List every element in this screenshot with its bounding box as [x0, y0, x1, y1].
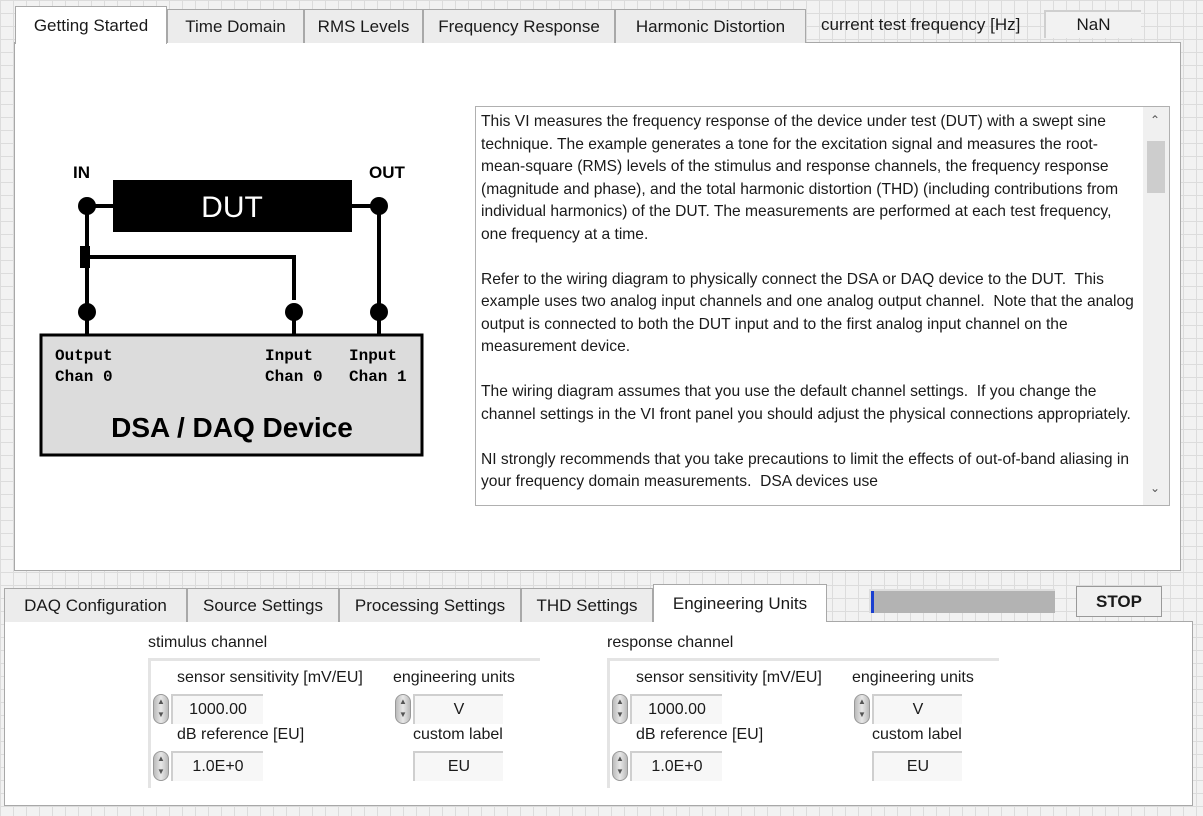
- in-terminal: [78, 197, 96, 215]
- input-chan0-terminal: [285, 303, 303, 321]
- response-sens-input[interactable]: 1000.00: [630, 694, 722, 724]
- stimulus-dbref-label: dB reference [EU]: [177, 726, 305, 743]
- tab-daq-configuration[interactable]: DAQ Configuration: [4, 588, 187, 622]
- out-label: OUT: [369, 163, 406, 182]
- stimulus-units-label: engineering units: [393, 669, 515, 686]
- stimulus-dbref-input[interactable]: 1.0E+0: [171, 751, 263, 781]
- dut-label: DUT: [201, 191, 263, 224]
- description-text: This VI measures the frequency response …: [481, 113, 1134, 490]
- tab-getting-started[interactable]: Getting Started: [15, 6, 167, 44]
- input-chan1-terminal: [370, 303, 388, 321]
- vertical-scrollbar[interactable]: ⌃ ⌄: [1143, 107, 1169, 505]
- tee-connector: [80, 246, 90, 268]
- tab-processing-settings[interactable]: Processing Settings: [339, 588, 521, 622]
- response-dbref-stepper[interactable]: ▲ ▼: [612, 751, 628, 781]
- response-dbref-input[interactable]: 1.0E+0: [630, 751, 722, 781]
- input1-label-1: Input: [349, 347, 397, 365]
- response-channel-title: response channel: [607, 634, 734, 651]
- stimulus-channel-title: stimulus channel: [148, 634, 268, 651]
- scroll-up-arrow[interactable]: ⌃: [1150, 113, 1160, 127]
- input1-label-2: Chan 1: [349, 368, 407, 386]
- response-sens-stepper[interactable]: ▲ ▼: [612, 694, 628, 724]
- output-chan-label-2: Chan 0: [55, 368, 113, 386]
- stimulus-custom-input[interactable]: EU: [413, 751, 503, 781]
- tab-engineering-units[interactable]: Engineering Units: [653, 584, 827, 622]
- current-freq-indicator: NaN: [1044, 10, 1141, 38]
- wiring-diagram: IN OUT DUT Output Chan 0 Input Chan 0 In…: [39, 163, 424, 457]
- input0-label-1: Input: [265, 347, 313, 365]
- response-units-label: engineering units: [852, 669, 974, 686]
- response-units-select[interactable]: V: [872, 694, 962, 724]
- stimulus-sens-stepper[interactable]: ▲ ▼: [153, 694, 169, 724]
- output-chan-label-1: Output: [55, 347, 113, 365]
- stimulus-units-stepper[interactable]: ▲ ▼: [395, 694, 411, 724]
- scroll-down-arrow[interactable]: ⌄: [1150, 481, 1160, 495]
- out-terminal: [370, 197, 388, 215]
- stop-button[interactable]: STOP: [1076, 586, 1162, 617]
- current-freq-label: current test frequency [Hz]: [821, 15, 1021, 34]
- response-custom-label: custom label: [872, 726, 962, 743]
- response-custom-input[interactable]: EU: [872, 751, 962, 781]
- stimulus-dbref-stepper[interactable]: ▲ ▼: [153, 751, 169, 781]
- tab-thd-settings[interactable]: THD Settings: [521, 588, 653, 622]
- in-label: IN: [73, 163, 90, 182]
- tab-harmonic-distortion[interactable]: Harmonic Distortion: [615, 9, 806, 43]
- device-label: DSA / DAQ Device: [111, 412, 353, 443]
- input0-label-2: Chan 0: [265, 368, 323, 386]
- stimulus-sens-label: sensor sensitivity [mV/EU]: [177, 669, 363, 686]
- progress-fill: [871, 591, 874, 613]
- stimulus-sens-input[interactable]: 1000.00: [171, 694, 263, 724]
- response-dbref-label: dB reference [EU]: [636, 726, 764, 743]
- scroll-thumb[interactable]: [1147, 141, 1165, 193]
- stimulus-custom-label: custom label: [413, 726, 503, 743]
- tab-source-settings[interactable]: Source Settings: [187, 588, 339, 622]
- response-units-stepper[interactable]: ▲ ▼: [854, 694, 870, 724]
- description-textbox[interactable]: This VI measures the frequency response …: [475, 106, 1170, 506]
- output-chan0-terminal: [78, 303, 96, 321]
- response-sens-label: sensor sensitivity [mV/EU]: [636, 669, 822, 686]
- stimulus-units-select[interactable]: V: [413, 694, 503, 724]
- progress-bar: [869, 589, 1055, 613]
